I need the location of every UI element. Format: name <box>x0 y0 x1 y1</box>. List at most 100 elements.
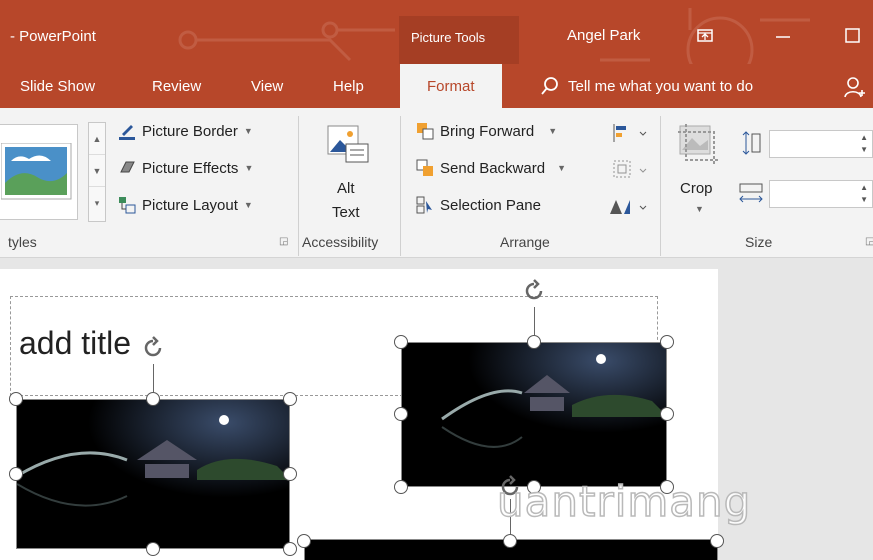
crop-icon <box>678 124 720 166</box>
picture-tools-label: Picture Tools <box>411 30 486 45</box>
resize-handle-right[interactable] <box>283 467 297 481</box>
picture-effects-label: Picture Effects <box>142 159 239 177</box>
group-button[interactable] <box>612 159 652 181</box>
tab-review[interactable]: Review <box>152 78 201 95</box>
picture-border-button[interactable]: Picture Border ▼ <box>118 122 253 140</box>
chevron-down-icon: ▼ <box>548 126 558 136</box>
selection-pane-button[interactable]: Selection Pane <box>416 196 541 214</box>
resize-handle-top[interactable] <box>527 335 541 349</box>
resize-handle-left[interactable] <box>9 467 23 481</box>
alt-text-button[interactable]: Alt Text <box>320 122 378 230</box>
selected-picture[interactable] <box>16 399 290 549</box>
picture-layout-button[interactable]: Picture Layout ▼ <box>118 196 253 214</box>
tab-slide-show[interactable]: Slide Show <box>20 78 95 95</box>
user-name[interactable]: Angel Park <box>567 27 640 44</box>
resize-handle-bottom[interactable] <box>146 542 160 556</box>
picture-effects-button[interactable]: Picture Effects ▼ <box>118 159 253 177</box>
gallery-up-icon[interactable]: ▲ <box>89 123 105 155</box>
gallery-down-icon[interactable]: ▼ <box>89 155 105 187</box>
slide-workspace: add title uantrimang <box>0 259 873 560</box>
picture-styles-gallery[interactable] <box>0 124 78 220</box>
rotate-objects-icon <box>610 200 647 214</box>
send-backward-button[interactable]: Send Backward ▼ <box>416 159 566 177</box>
rotate-handle-icon[interactable] <box>522 279 546 303</box>
shape-height-input[interactable]: ▲ ▼ <box>769 130 873 158</box>
minimize-icon <box>776 36 790 38</box>
rotation-stem <box>534 307 535 335</box>
send-backward-icon <box>416 159 433 176</box>
spin-down-icon[interactable]: ▼ <box>860 145 868 154</box>
alt-text-label-line1: Alt <box>337 180 355 197</box>
rotation-stem <box>153 364 154 392</box>
app-title: - PowerPoint <box>10 28 96 45</box>
watermark-text: uantrimang <box>496 476 752 527</box>
selected-picture[interactable] <box>401 342 667 487</box>
resize-handle-top-right[interactable] <box>660 335 674 349</box>
resize-handle-top-left[interactable] <box>9 392 23 406</box>
spin-up-icon[interactable]: ▲ <box>860 133 868 142</box>
resize-handle-top-left[interactable] <box>394 335 408 349</box>
ribbon-tabs: Slide Show Review View Help Format Tell … <box>0 64 873 108</box>
ribbon-display-options-button[interactable] <box>690 24 720 48</box>
bring-forward-label: Bring Forward <box>440 122 535 140</box>
powerpoint-window: - PowerPoint Picture Tools Angel Park Sl… <box>0 0 873 560</box>
picture-border-icon <box>119 125 135 140</box>
tab-help[interactable]: Help <box>333 78 364 95</box>
resize-handle-top[interactable] <box>146 392 160 406</box>
arrange-group-label: Arrange <box>500 234 550 250</box>
ribbon-display-icon <box>697 29 713 42</box>
bring-forward-icon <box>417 123 434 140</box>
dialog-launcher-icon[interactable]: ◲ <box>279 236 288 247</box>
shape-height-icon <box>742 131 761 155</box>
crop-button[interactable]: Crop ▼ <box>674 122 726 230</box>
title-placeholder-text[interactable]: add title <box>19 325 131 362</box>
share-person-icon[interactable] <box>843 75 867 99</box>
tell-me-box[interactable]: Tell me what you want to do <box>540 76 753 96</box>
night-pagoda-image <box>17 400 289 548</box>
tell-me-label: Tell me what you want to do <box>568 77 754 95</box>
spin-down-icon[interactable]: ▼ <box>860 195 868 204</box>
picture-styles-group-label: tyles <box>8 234 37 250</box>
gallery-more-icon[interactable]: ▾ <box>89 187 105 219</box>
group-divider <box>400 116 401 256</box>
align-button[interactable] <box>612 122 652 144</box>
resize-handle-bottom-left[interactable] <box>394 480 408 494</box>
alt-text-icon <box>327 125 369 163</box>
night-pagoda-image <box>402 343 666 486</box>
resize-handle-top-right[interactable] <box>710 534 724 548</box>
resize-handle-left[interactable] <box>394 407 408 421</box>
align-icon <box>613 124 647 142</box>
picture-effects-icon <box>120 161 135 173</box>
alt-text-label-line2: Text <box>332 204 360 221</box>
picture-style-thumbnail[interactable] <box>1 143 79 203</box>
accessibility-group-label: Accessibility <box>302 234 379 250</box>
resize-handle-bottom-right[interactable] <box>283 542 297 556</box>
rotate-button[interactable] <box>606 196 652 218</box>
tab-format[interactable]: Format <box>400 64 502 108</box>
spin-up-icon[interactable]: ▲ <box>860 183 868 192</box>
maximize-button[interactable] <box>838 24 868 48</box>
rotate-handle-icon[interactable] <box>141 336 165 360</box>
gallery-scroll-bar[interactable]: ▲ ▼ ▾ <box>88 122 106 222</box>
picture-border-label: Picture Border <box>142 122 238 140</box>
search-icon <box>541 77 558 95</box>
resize-handle-top-left[interactable] <box>297 534 311 548</box>
shape-width-icon <box>739 183 763 203</box>
resize-handle-right[interactable] <box>660 407 674 421</box>
shape-width-input[interactable]: ▲ ▼ <box>769 180 873 208</box>
chevron-down-icon: ▼ <box>695 204 704 214</box>
chevron-down-icon: ▼ <box>243 126 253 136</box>
group-objects-icon <box>613 160 647 178</box>
minimize-button[interactable] <box>768 24 798 48</box>
bring-forward-button[interactable]: Bring Forward ▼ <box>416 122 557 140</box>
chevron-down-icon: ▼ <box>243 200 253 210</box>
send-backward-label: Send Backward <box>440 159 546 177</box>
tab-view[interactable]: View <box>251 78 283 95</box>
size-dialog-launcher-icon[interactable]: ◲ <box>865 236 873 247</box>
chevron-down-icon: ▼ <box>557 163 566 173</box>
resize-handle-top[interactable] <box>503 534 517 548</box>
picture-tools-context-header: Picture Tools <box>399 16 519 64</box>
resize-handle-top-right[interactable] <box>283 392 297 406</box>
picture-layout-label: Picture Layout <box>142 196 238 214</box>
maximize-icon <box>845 28 860 43</box>
